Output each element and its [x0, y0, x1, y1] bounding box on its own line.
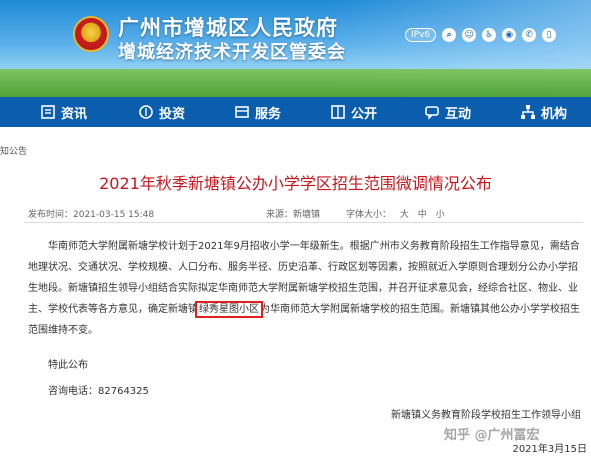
open-icon	[331, 105, 345, 119]
weibo-icon[interactable]: ◉	[502, 28, 517, 42]
elder-icon[interactable]: ♿	[482, 28, 497, 42]
search-icon[interactable]: ⌕	[442, 28, 457, 42]
ipv6-badge: IPv6	[405, 28, 437, 42]
publish-time: 发布时间：2021-03-15 15:48	[28, 210, 155, 220]
interact-icon	[425, 106, 439, 120]
main-nav: 资讯 投资 服务 公开 互动 机构	[0, 97, 591, 127]
font-size-control: 字体大小： 大 中 小	[346, 207, 445, 220]
article-title: 2021年秋季新塘镇公办小学学区招生范围微调情况公布	[99, 174, 492, 193]
nav-item-label: 互动	[445, 106, 472, 122]
font-size-small[interactable]: 小	[436, 210, 445, 220]
mobile-icon[interactable]: ▯	[542, 28, 557, 42]
news-icon	[41, 105, 55, 119]
wechat-icon[interactable]: ✆	[522, 28, 537, 42]
breadcrumb[interactable]: 知公告	[0, 144, 27, 157]
font-size-large[interactable]: 大	[400, 210, 409, 220]
org-icon	[521, 105, 535, 119]
article-paragraph: 华南师范大学附属新塘学校计划于2021年9月招收小学一年级新生。根据广州市义务教…	[28, 236, 583, 341]
invest-icon	[139, 105, 153, 119]
highlighted-community: 绿秀星图小区	[195, 301, 263, 318]
nav-item-label: 公开	[351, 106, 378, 122]
nav-item-open[interactable]: 公开	[330, 97, 377, 127]
consult-phone: 咨询电话：82764325	[48, 386, 149, 397]
nav-item-label: 机构	[541, 106, 568, 122]
nav-item-label: 服务	[255, 106, 282, 122]
nav-item-invest[interactable]: 投资	[138, 97, 185, 127]
header-grass	[0, 69, 591, 97]
site-subtitle[interactable]: 增城经济技术开发区管委会	[118, 38, 346, 64]
nav-item-interact[interactable]: 互动	[424, 97, 471, 127]
nav-item-label: 资讯	[61, 106, 88, 122]
site-header: 广州市增城区人民政府 增城经济技术开发区管委会 IPv6 ⌕ ☺ ♿ ◉ ✆ ▯	[0, 0, 591, 97]
publish-date: 2021年3月15日	[512, 444, 587, 455]
nav-item-label: 投资	[159, 106, 186, 122]
notice-text: 特此公布	[48, 360, 88, 371]
meta-divider	[24, 222, 583, 223]
header-tools: IPv6 ⌕ ☺ ♿ ◉ ✆ ▯	[405, 28, 557, 42]
nav-item-org[interactable]: 机构	[520, 97, 567, 127]
article-meta: 发布时间：2021-03-15 15:48 来源：新塘镇 字体大小： 大 中 小	[0, 207, 591, 220]
nav-item-service[interactable]: 服务	[234, 97, 281, 127]
accessibility-icon[interactable]: ☺	[462, 28, 477, 42]
font-size-label: 字体大小：	[346, 210, 392, 220]
font-size-medium[interactable]: 中	[418, 210, 427, 220]
nav-item-news[interactable]: 资讯	[40, 97, 87, 127]
national-emblem-icon	[73, 16, 109, 52]
article-source: 来源：新塘镇	[266, 210, 321, 220]
signature: 新塘镇义务教育阶段学校招生工作领导小组	[391, 410, 581, 421]
service-icon	[235, 106, 249, 118]
